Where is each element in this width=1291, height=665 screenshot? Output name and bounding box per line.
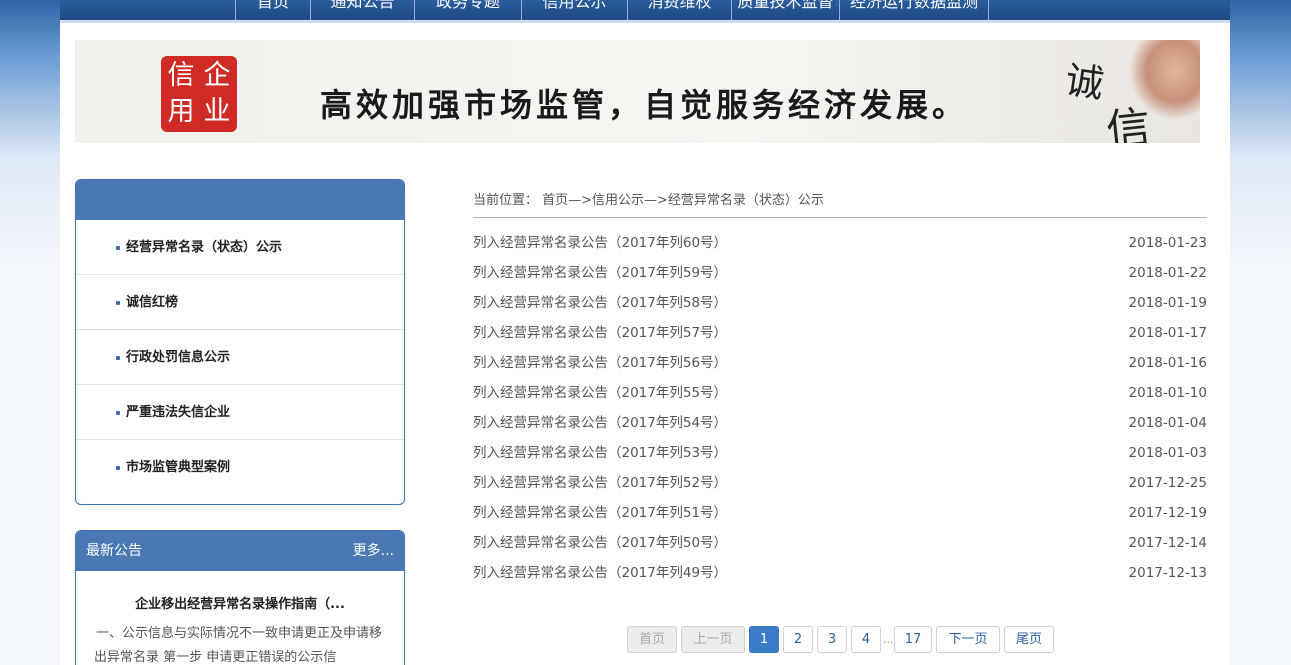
banner-slogan: 高效加强市场监管，自觉服务经济发展。 xyxy=(320,86,969,124)
list-item-date: 2018-01-22 xyxy=(1128,265,1207,281)
list-item[interactable]: 列入经营异常名录公告（2017年列57号） 2018-01-17 xyxy=(473,318,1207,348)
list-item[interactable]: 列入经营异常名录公告（2017年列49号） 2017-12-13 xyxy=(473,558,1207,588)
list-item[interactable]: 列入经营异常名录公告（2017年列55号） 2018-01-10 xyxy=(473,378,1207,408)
list-item-date: 2018-01-04 xyxy=(1128,415,1207,431)
latest-notice-panel: 最新公告 更多... 企业移出经营异常名录操作指南（... 一、公示信息与实际情… xyxy=(75,530,405,665)
list-item[interactable]: 列入经营异常名录公告（2017年列58号） 2018-01-19 xyxy=(473,288,1207,318)
list-item-title[interactable]: 列入经营异常名录公告（2017年列56号） xyxy=(473,355,727,371)
credit-seal-logo: 信 企 用 业 xyxy=(161,56,237,132)
nav-underline xyxy=(60,20,1230,23)
bullet-icon xyxy=(116,466,120,470)
side-menu-header xyxy=(76,180,404,220)
side-menu: 经营异常名录（状态）公示 诚信红榜 行政处罚信息公示 严重违法失信企业 市场监管… xyxy=(75,179,405,505)
list-item-date: 2017-12-19 xyxy=(1128,505,1207,521)
nav-economic-data[interactable]: 经济运行数据监测 xyxy=(839,0,989,20)
nav-consumer-rights[interactable]: 消费维权 xyxy=(627,0,731,20)
list-item[interactable]: 列入经营异常名录公告（2017年列51号） 2017-12-19 xyxy=(473,498,1207,528)
nav-home[interactable]: 首页 xyxy=(235,0,310,20)
page-4-button[interactable]: 4 xyxy=(851,626,881,653)
notice-item-title[interactable]: 企业移出经营异常名录操作指南（... xyxy=(76,593,404,612)
list-item[interactable]: 列入经营异常名录公告（2017年列60号） 2018-01-23 xyxy=(473,228,1207,258)
bullet-icon xyxy=(116,246,120,250)
bullet-icon xyxy=(116,411,120,415)
list-item-date: 2017-12-13 xyxy=(1128,565,1207,581)
list-item-title[interactable]: 列入经营异常名录公告（2017年列60号） xyxy=(473,235,727,251)
banner: 信 企 用 业 高效加强市场监管，自觉服务经济发展。 诚 信 xyxy=(75,40,1200,143)
notice-item-body: 一、公示信息与实际情况不一致申请更正及申请移出异常名录 第一步 申请更正错误的公… xyxy=(94,626,383,665)
nav-credit-publicity[interactable]: 信用公示 xyxy=(521,0,627,20)
page-2-button[interactable]: 2 xyxy=(783,626,813,653)
first-page-button[interactable]: 首页 xyxy=(627,626,677,653)
list-item-date: 2018-01-03 xyxy=(1128,445,1207,461)
list-item-date: 2018-01-23 xyxy=(1128,235,1207,251)
page-17-button[interactable]: 17 xyxy=(894,626,932,653)
nav-notices[interactable]: 通知公告 xyxy=(310,0,414,20)
list-item-title[interactable]: 列入经营异常名录公告（2017年列57号） xyxy=(473,325,727,341)
nav-quality-supervision[interactable]: 质量技术监督 xyxy=(731,0,839,20)
list-item-title[interactable]: 列入经营异常名录公告（2017年列52号） xyxy=(473,475,727,491)
list-item-title[interactable]: 列入经营异常名录公告（2017年列55号） xyxy=(473,385,727,401)
more-link[interactable]: 更多... xyxy=(353,531,394,571)
list-item-title[interactable]: 列入经营异常名录公告（2017年列53号） xyxy=(473,445,727,461)
notice-heading: 最新公告 xyxy=(86,543,142,559)
list-item-title[interactable]: 列入经营异常名录公告（2017年列58号） xyxy=(473,295,727,311)
page-3-button[interactable]: 3 xyxy=(817,626,847,653)
notice-header: 最新公告 更多... xyxy=(76,531,404,571)
list-item-title[interactable]: 列入经营异常名录公告（2017年列50号） xyxy=(473,535,727,551)
announcement-list: 列入经营异常名录公告（2017年列60号） 2018-01-23 列入经营异常名录公… xyxy=(473,228,1207,588)
list-item-date: 2018-01-16 xyxy=(1128,355,1207,371)
list-item-date: 2018-01-10 xyxy=(1128,385,1207,401)
side-item-penalty-info[interactable]: 行政处罚信息公示 xyxy=(76,330,404,385)
list-item[interactable]: 列入经营异常名录公告（2017年列56号） 2018-01-16 xyxy=(473,348,1207,378)
list-item-date: 2017-12-14 xyxy=(1128,535,1207,551)
side-item-serious-violations[interactable]: 严重违法失信企业 xyxy=(76,385,404,440)
top-nav: 首页 通知公告 政务专题 信用公示 消费维权 质量技术监督 经济运行数据监测 xyxy=(60,0,1230,20)
list-item[interactable]: 列入经营异常名录公告（2017年列53号） 2018-01-03 xyxy=(473,438,1207,468)
list-item-date: 2017-12-25 xyxy=(1128,475,1207,491)
breadcrumb-divider xyxy=(473,217,1207,218)
list-item-title[interactable]: 列入经营异常名录公告（2017年列49号） xyxy=(473,565,727,581)
next-page-button[interactable]: 下一页 xyxy=(936,626,1000,653)
side-item-honor-roll[interactable]: 诚信红榜 xyxy=(76,275,404,330)
bullet-icon xyxy=(116,301,120,305)
list-item[interactable]: 列入经营异常名录公告（2017年列59号） 2018-01-22 xyxy=(473,258,1207,288)
breadcrumb: 当前位置： 首页—>信用公示—>经营异常名录（状态）公示 xyxy=(473,193,824,208)
list-item-title[interactable]: 列入经营异常名录公告（2017年列54号） xyxy=(473,415,727,431)
list-item-date: 2018-01-17 xyxy=(1128,325,1207,341)
list-item[interactable]: 列入经营异常名录公告（2017年列50号） 2017-12-14 xyxy=(473,528,1207,558)
page-1-button[interactable]: 1 xyxy=(749,626,779,653)
list-item-title[interactable]: 列入经营异常名录公告（2017年列51号） xyxy=(473,505,727,521)
list-item[interactable]: 列入经营异常名录公告（2017年列54号） 2018-01-04 xyxy=(473,408,1207,438)
side-item-abnormal-list[interactable]: 经营异常名录（状态）公示 xyxy=(76,220,404,275)
list-item-title[interactable]: 列入经营异常名录公告（2017年列59号） xyxy=(473,265,727,281)
side-item-typical-cases[interactable]: 市场监管典型案例 xyxy=(76,440,404,495)
list-item-date: 2018-01-19 xyxy=(1128,295,1207,311)
nav-gov-topics[interactable]: 政务专题 xyxy=(414,0,521,20)
list-item[interactable]: 列入经营异常名录公告（2017年列52号） 2017-12-25 xyxy=(473,468,1207,498)
bullet-icon xyxy=(116,356,120,360)
page-container: 首页 通知公告 政务专题 信用公示 消费维权 质量技术监督 经济运行数据监测 信… xyxy=(60,0,1230,665)
last-page-button[interactable]: 尾页 xyxy=(1004,626,1054,653)
page-ellipsis: ... xyxy=(883,633,894,646)
integrity-calligraphy: 诚 信 xyxy=(1060,40,1200,143)
prev-page-button[interactable]: 上一页 xyxy=(681,626,745,653)
